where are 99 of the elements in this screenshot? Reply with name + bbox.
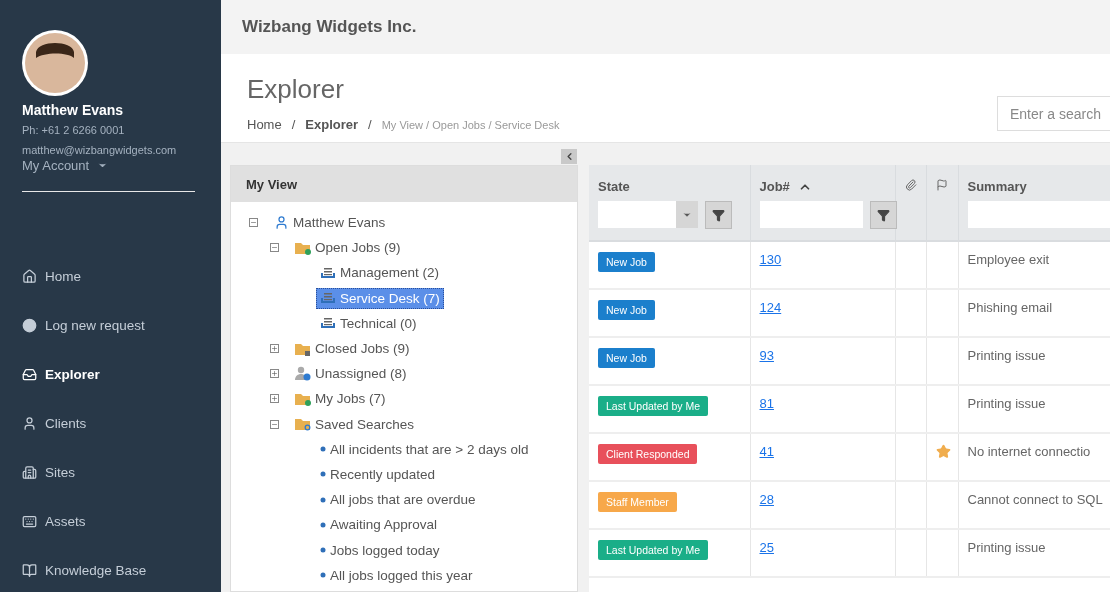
tray-icon: [22, 367, 37, 382]
tray-icon: [320, 266, 336, 279]
tree-item[interactable]: Management (2): [316, 262, 444, 284]
bullet-icon: [320, 471, 326, 478]
expand-toggle[interactable]: [270, 394, 279, 404]
user-icon: [295, 366, 311, 382]
state-badge: New Job: [598, 348, 655, 368]
tray-icon: [320, 292, 336, 305]
nav-item[interactable]: Home: [0, 252, 221, 301]
home-icon: [22, 269, 37, 284]
account-menu[interactable]: My Account: [22, 158, 199, 173]
collapse-toggle[interactable]: [249, 218, 258, 228]
filter-icon: [712, 208, 725, 222]
search-field[interactable]: Enter a search: [997, 96, 1110, 131]
tree-item[interactable]: Open Jobs (9): [291, 237, 405, 259]
tree-item[interactable]: Unassigned (8): [291, 363, 411, 385]
collapse-toggle[interactable]: [270, 419, 279, 429]
state-badge: Last Updated by Me: [598, 540, 708, 560]
plus-icon: [271, 345, 278, 353]
column-header[interactable]: State: [598, 179, 630, 194]
tray-icon: [320, 317, 336, 330]
job-link[interactable]: 81: [759, 396, 774, 411]
building-icon: [22, 465, 37, 480]
table-cell: No internet connectio: [967, 444, 1091, 459]
folder-icon: [295, 240, 311, 255]
bullet-icon: [320, 547, 326, 554]
column-header[interactable]: Summary: [967, 179, 1027, 194]
plus-icon: [271, 395, 278, 403]
collapse-toggle[interactable]: [270, 243, 279, 253]
nav-item[interactable]: Sites: [0, 448, 221, 497]
summary-filter-field[interactable]: [967, 201, 1110, 228]
tree-item[interactable]: All incidents that are > 2 days old: [316, 438, 533, 460]
tree-item[interactable]: Saved Searches: [291, 413, 419, 435]
company-name: Wizbang Widgets Inc.: [242, 17, 417, 37]
job-link[interactable]: 124: [759, 300, 782, 315]
tree-item[interactable]: Jobs logged today: [316, 539, 444, 561]
tree-item[interactable]: All jobs that are overdue: [316, 489, 480, 511]
breadcrumb-current-page: Explorer: [305, 117, 359, 132]
table-cell: Printing issue: [967, 348, 1046, 363]
phone-text: Ph: +61 2 6266 0001: [22, 124, 126, 136]
table-cell: Cannot connect to SQL: [967, 492, 1103, 507]
bullet-icon: [320, 572, 326, 579]
nav-item[interactable]: Explorer: [0, 350, 221, 399]
breadcrumb-path: My View / Open Jobs / Service Desk: [381, 119, 560, 131]
filter-icon: [876, 208, 890, 222]
job-link[interactable]: 41: [759, 444, 774, 459]
table-cell: Printing issue: [967, 540, 1046, 555]
breadcrumb-separator: /: [291, 117, 296, 132]
breadcrumb-link[interactable]: Home: [247, 117, 282, 132]
expand-toggle[interactable]: [270, 344, 279, 354]
tree-item[interactable]: My Jobs (7): [291, 388, 390, 410]
job-link[interactable]: 25: [759, 540, 774, 555]
tree-item[interactable]: Closed Jobs (9): [291, 338, 414, 360]
expand-toggle[interactable]: [270, 369, 279, 379]
folder-icon: [295, 341, 311, 356]
breadcrumb-separator: /: [368, 117, 372, 132]
filter-button[interactable]: [705, 201, 732, 229]
panel-title: My View: [231, 166, 577, 202]
user-icon: [22, 416, 37, 431]
paperclip-icon: [904, 179, 917, 191]
tree-item[interactable]: Matthew Evans: [270, 212, 390, 234]
job-link[interactable]: 93: [759, 348, 774, 363]
job-link[interactable]: 28: [759, 492, 774, 507]
nav-item[interactable]: Assets: [0, 497, 221, 546]
folder-icon: [295, 417, 311, 432]
bullet-icon: [320, 446, 326, 453]
email-text: matthew@wizbangwidgets.com: [22, 144, 178, 156]
avatar: [22, 30, 88, 96]
column-header[interactable]: Job#: [759, 179, 812, 194]
book-icon: [22, 563, 37, 578]
nav-item[interactable]: Log new request: [0, 301, 221, 350]
table-cell: Printing issue: [967, 396, 1046, 411]
table-cell: Employee exit: [967, 252, 1050, 267]
user-icon: [274, 215, 289, 231]
plus-icon: [271, 370, 278, 378]
user-name: Matthew Evans: [22, 102, 125, 118]
bullet-icon: [320, 496, 326, 503]
tree-item[interactable]: Awaiting Approval: [316, 514, 442, 536]
folder-icon: [295, 391, 311, 406]
job-filter-field[interactable]: [759, 201, 863, 228]
state-badge: Client Responded: [598, 444, 698, 464]
tree-item[interactable]: Recently updated: [316, 463, 440, 485]
job-link[interactable]: 130: [759, 252, 782, 267]
circle-icon: [22, 318, 37, 333]
flag-icon: [935, 179, 948, 191]
filter-button[interactable]: [869, 201, 897, 229]
state-badge: Staff Member: [598, 492, 677, 512]
state-badge: New Job: [598, 300, 655, 320]
tree-item[interactable]: Technical (0): [316, 312, 421, 334]
nav-item[interactable]: Clients: [0, 399, 221, 448]
state-badge: New Job: [598, 252, 655, 272]
page-title: Explorer: [247, 74, 345, 105]
keyboard-icon: [22, 514, 37, 529]
nav-item[interactable]: Knowledge Base: [0, 546, 221, 592]
bullet-icon: [320, 521, 326, 528]
state-badge: Last Updated by Me: [598, 396, 708, 416]
tree-item[interactable]: All jobs logged this year: [316, 564, 477, 586]
table-cell: Phishing email: [967, 300, 1053, 315]
collapse-button[interactable]: [561, 149, 577, 164]
